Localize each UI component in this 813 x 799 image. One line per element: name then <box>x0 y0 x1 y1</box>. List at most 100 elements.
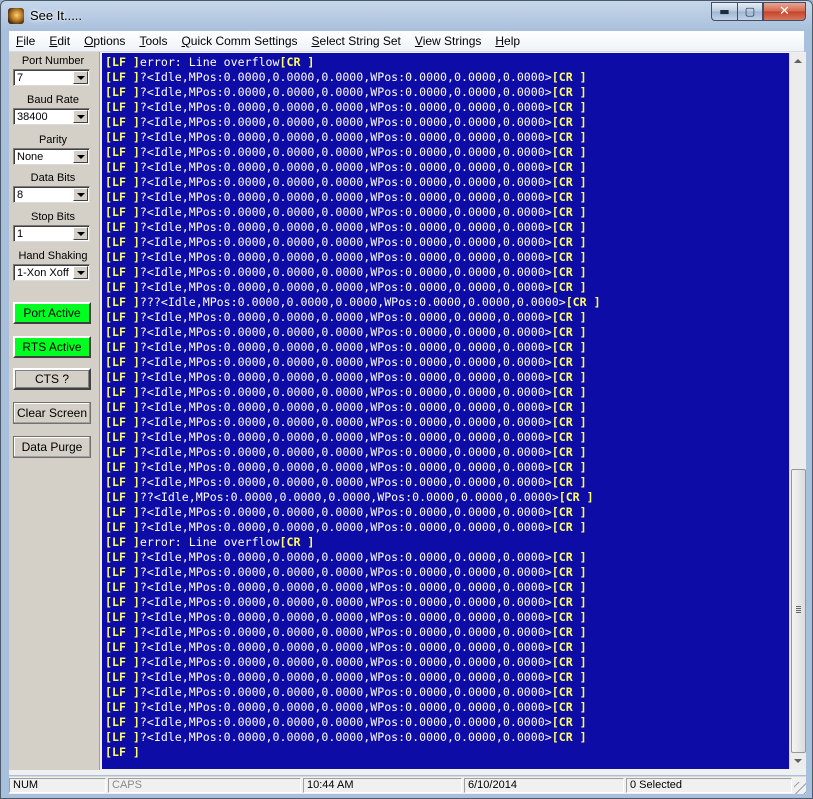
lf-token: [LF ] <box>105 175 140 189</box>
parity-select[interactable]: None <box>13 148 90 165</box>
dropdown-arrow-icon[interactable] <box>73 266 88 279</box>
dropdown-arrow-icon[interactable] <box>73 71 88 84</box>
menu-view-strings[interactable]: View Strings <box>408 31 488 51</box>
line-text: ?<Idle,MPos:0.0000,0.0000,0.0000,WPos:0.… <box>139 715 552 729</box>
dropdown-arrow-icon[interactable] <box>73 110 88 123</box>
cr-token: [CR ] <box>551 100 587 114</box>
rts-active-button[interactable]: RTS Active <box>13 336 91 358</box>
minimize-button[interactable]: ▬ <box>711 2 737 21</box>
terminal-line: [LF ]?<Idle,MPos:0.0000,0.0000,0.0000,WP… <box>105 715 587 730</box>
menu-options[interactable]: Options <box>77 31 132 51</box>
lf-token: [LF ] <box>105 325 140 339</box>
cr-token: [CR ] <box>551 640 587 654</box>
menu-file[interactable]: File <box>9 31 42 51</box>
cts-button[interactable]: CTS ? <box>13 368 91 390</box>
cr-token: [CR ] <box>551 520 587 534</box>
status-time: 10:44 AM <box>303 778 462 793</box>
cr-token: [CR ] <box>551 130 587 144</box>
menu-help[interactable]: Help <box>488 31 527 51</box>
line-text: ?<Idle,MPos:0.0000,0.0000,0.0000,WPos:0.… <box>139 475 552 489</box>
line-text: ?<Idle,MPos:0.0000,0.0000,0.0000,WPos:0.… <box>139 610 552 624</box>
line-text: ?<Idle,MPos:0.0000,0.0000,0.0000,WPos:0.… <box>139 730 552 744</box>
line-text: ?<Idle,MPos:0.0000,0.0000,0.0000,WPos:0.… <box>139 385 552 399</box>
cr-token: [CR ] <box>551 340 587 354</box>
title-bar[interactable]: See It..... ▬ ▢ ✕ <box>1 1 812 31</box>
data-bits-label: Data Bits <box>30 172 76 184</box>
cr-token: [CR ] <box>551 655 587 669</box>
lf-token: [LF ] <box>105 445 140 459</box>
terminal-line: [LF ]?<Idle,MPos:0.0000,0.0000,0.0000,WP… <box>105 505 587 520</box>
lf-token: [LF ] <box>105 670 140 684</box>
cr-token: [CR ] <box>551 400 587 414</box>
terminal-line: [LF ]?<Idle,MPos:0.0000,0.0000,0.0000,WP… <box>105 625 587 640</box>
stop-bits-select[interactable]: 1 <box>13 225 90 242</box>
line-text: ?<Idle,MPos:0.0000,0.0000,0.0000,WPos:0.… <box>139 625 552 639</box>
hand-shaking-select[interactable]: 1-Xon Xoff <box>13 264 90 281</box>
line-text: ?<Idle,MPos:0.0000,0.0000,0.0000,WPos:0.… <box>139 400 552 414</box>
dropdown-arrow-icon[interactable] <box>73 188 88 201</box>
terminal-line: [LF ]?<Idle,MPos:0.0000,0.0000,0.0000,WP… <box>105 70 587 85</box>
terminal-line: [LF ]?<Idle,MPos:0.0000,0.0000,0.0000,WP… <box>105 100 587 115</box>
lf-token: [LF ] <box>105 370 140 384</box>
menu-tools[interactable]: Tools <box>132 31 174 51</box>
port-number-select[interactable]: 7 <box>13 69 90 86</box>
menu-select-string-set[interactable]: Select String Set <box>305 31 408 51</box>
terminal-scrollbar[interactable] <box>789 53 806 769</box>
terminal-output[interactable]: [LF ]error: Line overflow[CR ] [LF ]?<Idl… <box>102 53 789 769</box>
line-text: ?<Idle,MPos:0.0000,0.0000,0.0000,WPos:0.… <box>139 310 552 324</box>
close-button[interactable]: ✕ <box>763 2 806 21</box>
cr-token: [CR ] <box>551 190 587 204</box>
dropdown-arrow-icon[interactable] <box>73 227 88 240</box>
scroll-up-arrow-icon[interactable] <box>790 53 806 69</box>
data-purge-button[interactable]: Data Purge <box>13 436 91 458</box>
cr-token: [CR ] <box>551 370 587 384</box>
dropdown-arrow-icon[interactable] <box>73 150 88 163</box>
lf-token: [LF ] <box>105 685 140 699</box>
lf-token: [LF ] <box>105 70 140 84</box>
cr-token: [CR ] <box>551 220 587 234</box>
scroll-thumb[interactable] <box>791 469 806 753</box>
resize-grip-icon[interactable] <box>794 782 806 794</box>
line-text: ?<Idle,MPos:0.0000,0.0000,0.0000,WPos:0.… <box>139 85 552 99</box>
port-active-button[interactable]: Port Active <box>13 302 91 324</box>
menu-quick-comm-settings[interactable]: Quick Comm Settings <box>174 31 304 51</box>
terminal-line: [LF ]error: Line overflow[CR ] <box>105 55 314 70</box>
baud-rate-select[interactable]: 38400 <box>13 108 90 125</box>
parity-value: None <box>17 151 44 163</box>
data-bits-select[interactable]: 8 <box>13 186 90 203</box>
cr-token: [CR ] <box>551 280 587 294</box>
scroll-down-arrow-icon[interactable] <box>790 753 806 769</box>
lf-token: [LF ] <box>105 115 140 129</box>
lf-token: [LF ] <box>105 145 140 159</box>
line-text: ?<Idle,MPos:0.0000,0.0000,0.0000,WPos:0.… <box>139 280 552 294</box>
caption-buttons: ▬ ▢ ✕ <box>711 2 806 21</box>
app-eye-icon[interactable] <box>8 8 24 24</box>
terminal-line: [LF ]?<Idle,MPos:0.0000,0.0000,0.0000,WP… <box>105 640 587 655</box>
stop-bits-label: Stop Bits <box>30 211 76 223</box>
terminal-line: [LF ]?<Idle,MPos:0.0000,0.0000,0.0000,WP… <box>105 670 587 685</box>
terminal-line: [LF ]?<Idle,MPos:0.0000,0.0000,0.0000,WP… <box>105 580 587 595</box>
terminal-line: [LF ]?<Idle,MPos:0.0000,0.0000,0.0000,WP… <box>105 460 587 475</box>
line-text: ???<Idle,MPos:0.0000,0.0000,0.0000,WPos:… <box>139 295 566 309</box>
cr-token: [CR ] <box>551 445 587 459</box>
line-text: ?<Idle,MPos:0.0000,0.0000,0.0000,WPos:0.… <box>139 460 552 474</box>
terminal-line: [LF ]?<Idle,MPos:0.0000,0.0000,0.0000,WP… <box>105 520 587 535</box>
line-text: ?<Idle,MPos:0.0000,0.0000,0.0000,WPos:0.… <box>139 430 552 444</box>
line-text: ?<Idle,MPos:0.0000,0.0000,0.0000,WPos:0.… <box>139 595 552 609</box>
status-num: NUM <box>9 778 106 793</box>
maximize-button[interactable]: ▢ <box>737 2 763 21</box>
lf-token: [LF ] <box>105 130 140 144</box>
cr-token: [CR ] <box>551 430 587 444</box>
terminal-line: [LF ]?<Idle,MPos:0.0000,0.0000,0.0000,WP… <box>105 235 587 250</box>
cr-token: [CR ] <box>551 610 587 624</box>
lf-token: [LF ] <box>105 355 140 369</box>
menu-edit[interactable]: Edit <box>42 31 77 51</box>
cr-token: [CR ] <box>551 550 587 564</box>
clear-screen-button[interactable]: Clear Screen <box>13 402 91 424</box>
terminal-line: [LF ]?<Idle,MPos:0.0000,0.0000,0.0000,WP… <box>105 385 587 400</box>
lf-token: [LF ] <box>105 385 140 399</box>
lf-token: [LF ] <box>105 505 140 519</box>
line-text: ?<Idle,MPos:0.0000,0.0000,0.0000,WPos:0.… <box>139 175 552 189</box>
line-text: ?<Idle,MPos:0.0000,0.0000,0.0000,WPos:0.… <box>139 640 552 654</box>
terminal-line: [LF ]?<Idle,MPos:0.0000,0.0000,0.0000,WP… <box>105 565 587 580</box>
